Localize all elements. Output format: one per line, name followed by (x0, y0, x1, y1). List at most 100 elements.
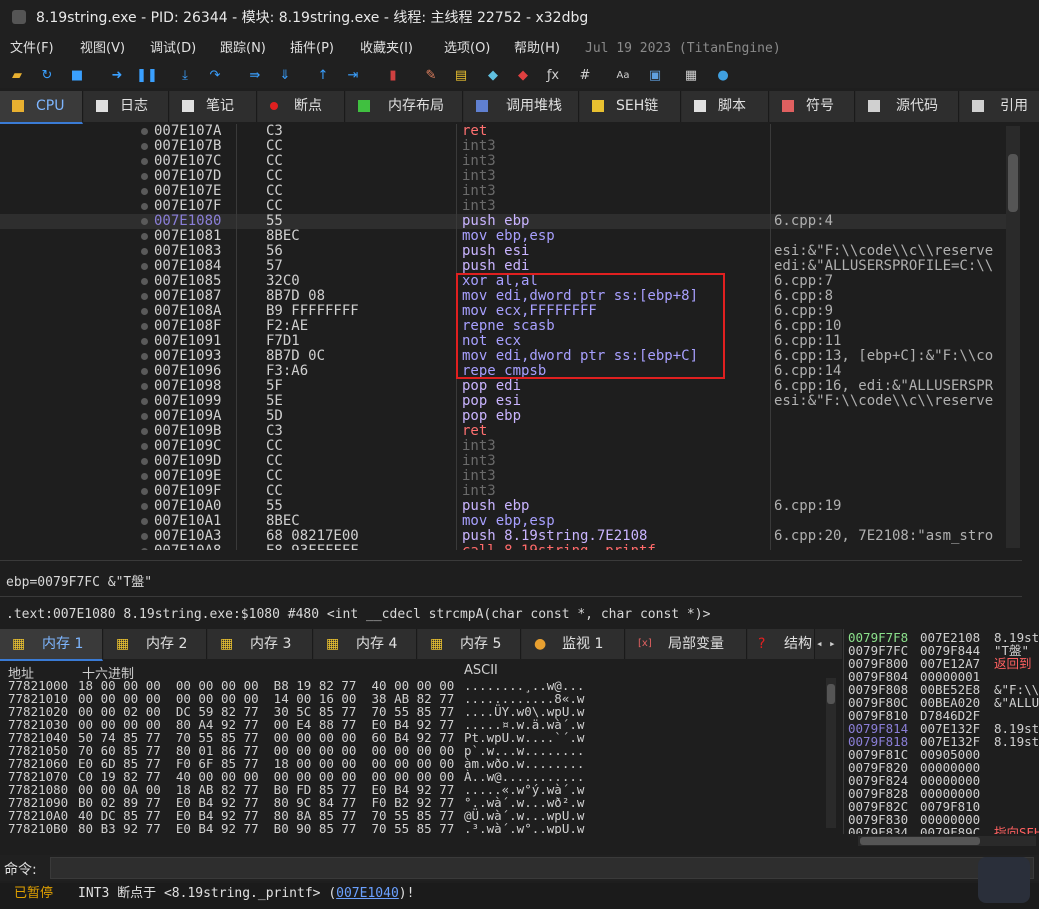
breakpoint-dot-icon[interactable] (141, 428, 148, 435)
step-into-icon[interactable]: ⤓ (176, 66, 194, 84)
font-icon[interactable]: Aa (614, 66, 632, 84)
breakpoint-dot-icon[interactable] (141, 323, 148, 330)
run-icon[interactable]: ➜ (108, 66, 126, 84)
breakpoint-dot-icon[interactable] (141, 398, 148, 405)
disasm-row[interactable]: 007E107D CC int3 (0, 169, 1006, 184)
functions-icon[interactable]: ƒx (544, 66, 562, 84)
breakpoint-dot-icon[interactable] (141, 173, 148, 180)
disasm-row[interactable]: 007E1083 56 push esi esi:&"F:\\code\\c\\res… (0, 244, 1006, 259)
patch-icon[interactable]: ✎ (422, 66, 440, 84)
disasm-row[interactable]: 007E107A C3 ret (0, 124, 1006, 139)
tab-dump-5[interactable]: ▦ 内存 5 (418, 629, 521, 659)
breakpoint-dot-icon[interactable] (141, 488, 148, 495)
scrollbar-thumb[interactable] (1008, 154, 1018, 212)
tab-locals[interactable]: [x] 局部变量 (626, 629, 747, 659)
breakpoint-dot-icon[interactable] (141, 473, 148, 480)
disasm-row[interactable]: 007E1098 5F pop edi 6.cpp:16, edi:&"ALLUSER… (0, 379, 1006, 394)
tabs-scroll-right-icon[interactable]: ▸ (829, 629, 836, 659)
tab-seh-chain[interactable]: SEH链 (580, 91, 681, 122)
tab-references[interactable]: 引用 (960, 91, 1039, 122)
breakpoint-dot-icon[interactable] (141, 413, 148, 420)
menu-plugins[interactable]: 插件(P) (290, 36, 334, 62)
breakpoint-dot-icon[interactable] (141, 278, 148, 285)
menu-trace[interactable]: 跟踪(N) (220, 36, 266, 62)
scrollbar-thumb[interactable] (860, 837, 980, 845)
breakpoint-dot-icon[interactable] (141, 368, 148, 375)
breakpoint-dot-icon[interactable] (141, 338, 148, 345)
tab-watch-1[interactable]: ● 监视 1 (522, 629, 625, 659)
stop-icon[interactable]: ■ (68, 66, 86, 84)
tab-dump-2[interactable]: ▦ 内存 2 (104, 629, 207, 659)
breakpoint-dot-icon[interactable] (141, 308, 148, 315)
disasm-row[interactable]: 007E10A3 68 08217E00 push 8.19string.7E210… (0, 529, 1006, 544)
comments-icon[interactable]: ▤ (452, 66, 470, 84)
disasm-row[interactable]: 007E10A1 8BEC mov ebp,esp (0, 514, 1006, 529)
tab-dump-1[interactable]: ▦ 内存 1 (0, 629, 103, 661)
disasm-row[interactable]: 007E109E CC int3 (0, 469, 1006, 484)
execute-till-return-icon[interactable]: ↑ (314, 66, 332, 84)
pause-icon[interactable]: ❚❚ (136, 66, 158, 84)
disasm-row[interactable]: 007E10A0 55 push ebp 6.cpp:19 (0, 499, 1006, 514)
run-to-user-code-icon[interactable]: ⇥ (344, 66, 362, 84)
trace-over-icon[interactable]: ⇓ (276, 66, 294, 84)
tabs-scroll-left-icon[interactable]: ◂ (816, 629, 823, 659)
disasm-row[interactable]: 007E107B CC int3 (0, 139, 1006, 154)
menu-file[interactable]: 文件(F) (10, 36, 54, 62)
disasm-scrollbar[interactable] (1006, 126, 1020, 548)
menu-view[interactable]: 视图(V) (80, 36, 125, 62)
breakpoint-dot-icon[interactable] (141, 383, 148, 390)
breakpoint-dot-icon[interactable] (141, 128, 148, 135)
favourites-icon[interactable]: ▣ (646, 66, 664, 84)
disasm-row[interactable]: 007E109F CC int3 (0, 484, 1006, 499)
scylla-icon[interactable]: ▮ (384, 66, 402, 84)
dump-row[interactable]: 778210B0 80 B3 92 77 E0 B4 92 77 B0 90 85… (0, 822, 842, 834)
breakpoint-dot-icon[interactable] (141, 263, 148, 270)
stack-row[interactable]: 0079F834 0079F89C 指向SEH (844, 826, 1039, 834)
trace-into-icon[interactable]: ⇛ (246, 66, 264, 84)
tab-call-stack[interactable]: 调用堆栈 (464, 91, 579, 122)
breakpoint-dot-icon[interactable] (141, 158, 148, 165)
tab-breakpoints[interactable]: 断点 (258, 91, 345, 122)
disasm-row[interactable]: 007E10A8 E8 93FFFFFF call 8.19string._prin… (0, 544, 1006, 550)
tab-cpu[interactable]: CPU (0, 91, 83, 124)
tab-dump-4[interactable]: ▦ 内存 4 (314, 629, 417, 659)
disasm-row[interactable]: 007E109D CC int3 (0, 454, 1006, 469)
breakpoint-dot-icon[interactable] (141, 218, 148, 225)
menu-help[interactable]: 帮助(H) (514, 36, 560, 62)
disasm-row[interactable]: 007E109C CC int3 (0, 439, 1006, 454)
disasm-row[interactable]: 007E109B C3 ret (0, 424, 1006, 439)
stack-view[interactable]: 0079F7F8 007E2108 8.19st 0079F7FC 0079F844 "T… (843, 629, 1039, 834)
breakpoint-dot-icon[interactable] (141, 548, 148, 550)
breakpoint-dot-icon[interactable] (141, 248, 148, 255)
status-address-link[interactable]: 007E1040 (336, 886, 399, 901)
tab-log[interactable]: 日志 (84, 91, 169, 122)
breakpoint-dot-icon[interactable] (141, 443, 148, 450)
disasm-row[interactable]: 007E107C CC int3 (0, 154, 1006, 169)
breakpoint-dot-icon[interactable] (141, 143, 148, 150)
tab-dump-3[interactable]: ▦ 内存 3 (208, 629, 313, 659)
tab-source[interactable]: 源代码 (856, 91, 959, 122)
tab-script[interactable]: 脚本 (682, 91, 769, 122)
tab-struct[interactable]: ? 结构 (748, 629, 815, 659)
breakpoint-dot-icon[interactable] (141, 188, 148, 195)
disasm-row[interactable]: 007E107F CC int3 (0, 199, 1006, 214)
breakpoint-dot-icon[interactable] (141, 458, 148, 465)
labels-icon[interactable]: ◆ (484, 66, 502, 84)
menu-debug[interactable]: 调试(D) (150, 36, 196, 62)
disasm-row[interactable]: 007E109A 5D pop ebp (0, 409, 1006, 424)
tab-symbols[interactable]: 符号 (770, 91, 855, 122)
disasm-row[interactable]: 007E1099 5E pop esi esi:&"F:\\code\\c\\rese… (0, 394, 1006, 409)
tab-memory-map[interactable]: 内存布局 (346, 91, 463, 122)
breakpoint-dot-icon[interactable] (141, 293, 148, 300)
disasm-row[interactable]: 007E107E CC int3 (0, 184, 1006, 199)
breakpoint-dot-icon[interactable] (141, 203, 148, 210)
breakpoint-dot-icon[interactable] (141, 533, 148, 540)
command-input[interactable] (50, 857, 1034, 879)
breakpoint-dot-icon[interactable] (141, 518, 148, 525)
breakpoint-dot-icon[interactable] (141, 233, 148, 240)
breakpoint-dot-icon[interactable] (141, 503, 148, 510)
bookmarks-icon[interactable]: ◆ (514, 66, 532, 84)
scrollbar-thumb[interactable] (827, 684, 835, 704)
dump-scrollbar[interactable] (826, 678, 836, 828)
variables-icon[interactable]: # (576, 66, 594, 84)
